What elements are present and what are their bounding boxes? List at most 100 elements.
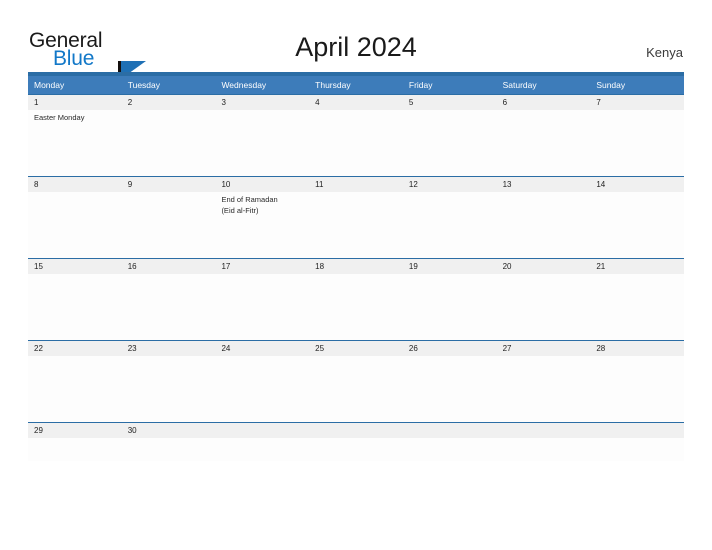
day-number[interactable]: 18 [309,259,403,274]
country-label: Kenya [646,45,683,60]
day-events[interactable] [122,274,216,340]
day-events [309,438,403,461]
day-events[interactable]: End of Ramadan (Eid al-Fitr) [215,192,309,258]
day-number[interactable]: 17 [215,259,309,274]
day-events[interactable]: Easter Monday [28,110,122,176]
day-events [590,438,684,461]
day-number[interactable]: 23 [122,341,216,356]
day-events[interactable] [590,110,684,176]
day-number[interactable]: 6 [497,95,591,110]
day-events[interactable] [122,192,216,258]
week-daynumber-band: 1 2 3 4 5 6 7 [28,95,684,110]
day-events[interactable] [122,110,216,176]
day-number[interactable]: 10 [215,177,309,192]
event-text: (Eid al-Fitr) [221,205,259,215]
day-number[interactable]: 16 [122,259,216,274]
day-events[interactable] [28,356,122,422]
day-number[interactable]: 24 [215,341,309,356]
event-text: End of Ramadan [221,195,278,204]
day-number[interactable]: 28 [590,341,684,356]
week-events-band [28,356,684,422]
day-events[interactable] [403,192,497,258]
calendar-page: General Blue April 2024 Kenya Monday Tue… [0,0,712,550]
day-events[interactable] [403,274,497,340]
day-events[interactable] [309,356,403,422]
week-events-band: Easter Monday [28,110,684,176]
day-events[interactable] [215,356,309,422]
day-number[interactable]: 26 [403,341,497,356]
day-number[interactable]: 27 [497,341,591,356]
day-number[interactable]: 12 [403,177,497,192]
week-daynumber-band: 8 9 10 11 12 13 14 [28,177,684,192]
day-events[interactable] [28,192,122,258]
day-number[interactable]: 4 [309,95,403,110]
day-events[interactable] [309,192,403,258]
day-number[interactable]: 22 [28,341,122,356]
day-events[interactable] [403,356,497,422]
day-number[interactable]: 5 [403,95,497,110]
day-number[interactable]: 2 [122,95,216,110]
weekday-header-saturday: Saturday [502,80,537,90]
weekday-header-monday: Monday [34,80,65,90]
day-events[interactable] [28,274,122,340]
day-events[interactable] [215,110,309,176]
day-number[interactable]: 8 [28,177,122,192]
page-header: General Blue April 2024 Kenya [0,0,712,86]
day-events[interactable] [497,274,591,340]
weekday-header-row: Monday Tuesday Wednesday Thursday Friday… [28,76,684,94]
day-events[interactable] [497,110,591,176]
day-events[interactable] [590,274,684,340]
day-events[interactable] [309,110,403,176]
day-number[interactable]: 30 [122,423,216,438]
day-events [403,438,497,461]
page-title: April 2024 [295,32,417,62]
weekday-header-wednesday: Wednesday [221,80,267,90]
day-number [403,423,497,438]
week-row: 1 2 3 4 5 6 7 Easter Monday [28,94,684,176]
day-events[interactable] [590,356,684,422]
day-number [309,423,403,438]
week-events-band [28,274,684,340]
day-number[interactable]: 11 [309,177,403,192]
week-events-band: End of Ramadan (Eid al-Fitr) [28,192,684,258]
day-number[interactable]: 19 [403,259,497,274]
week-daynumber-band: 15 16 17 18 19 20 21 [28,259,684,274]
week-events-band [28,438,684,461]
day-events[interactable] [497,356,591,422]
week-row: 29 30 [28,422,684,461]
day-events[interactable] [590,192,684,258]
week-row: 8 9 10 11 12 13 14 End of Ramadan (Eid al… [28,176,684,258]
day-number[interactable]: 21 [590,259,684,274]
day-number[interactable]: 14 [590,177,684,192]
day-number[interactable]: 9 [122,177,216,192]
weekday-header-tuesday: Tuesday [127,80,161,90]
day-number[interactable]: 15 [28,259,122,274]
day-events[interactable] [122,438,216,461]
weekday-header-thursday: Thursday [315,80,351,90]
day-events[interactable] [403,110,497,176]
day-number[interactable]: 20 [497,259,591,274]
week-row: 22 23 24 25 26 27 28 [28,340,684,422]
day-number[interactable]: 13 [497,177,591,192]
day-number[interactable]: 1 [28,95,122,110]
weekday-header-friday: Friday [408,80,433,90]
day-number [497,423,591,438]
day-number[interactable]: 3 [215,95,309,110]
day-events[interactable] [122,356,216,422]
day-events[interactable] [28,438,122,461]
day-number[interactable]: 7 [590,95,684,110]
day-number [215,423,309,438]
week-daynumber-band: 29 30 [28,423,684,438]
day-number[interactable]: 25 [309,341,403,356]
day-number[interactable]: 29 [28,423,122,438]
day-events[interactable] [497,192,591,258]
weekday-header-sunday: Sunday [596,80,626,90]
day-events[interactable] [215,274,309,340]
calendar-grid: Monday Tuesday Wednesday Thursday Friday… [28,72,684,461]
week-daynumber-band: 22 23 24 25 26 27 28 [28,341,684,356]
week-row: 15 16 17 18 19 20 21 [28,258,684,340]
day-events [215,438,309,461]
day-events[interactable] [309,274,403,340]
day-events [497,438,591,461]
day-number [590,423,684,438]
